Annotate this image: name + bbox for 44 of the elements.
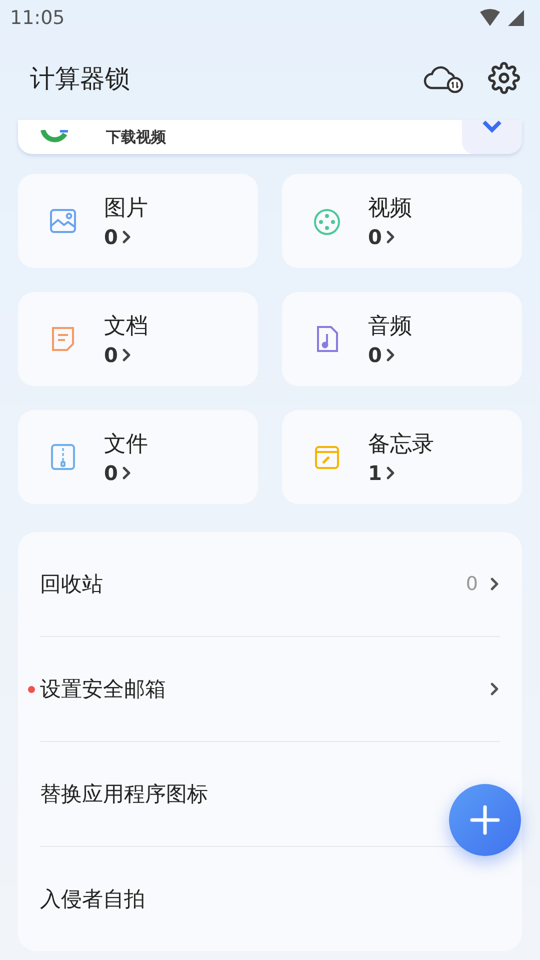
chevron-icon — [122, 466, 132, 480]
category-name: 图片 — [104, 195, 148, 223]
category-card[interactable]: 音频 0 — [282, 292, 522, 386]
category-name: 音频 — [368, 313, 412, 341]
image-icon — [48, 206, 78, 236]
chevron-icon — [386, 230, 396, 244]
download-button[interactable] — [462, 120, 522, 154]
menu-item[interactable]: 入侵者自拍 — [40, 885, 145, 913]
category-name: 备忘录 — [368, 431, 434, 459]
chevron-icon — [386, 348, 396, 362]
signal-icon — [478, 8, 526, 28]
category-count: 1 — [368, 461, 382, 485]
category-name: 文件 — [104, 431, 148, 459]
category-name: 视频 — [368, 195, 412, 223]
category-count: 0 — [104, 225, 118, 249]
menu-item[interactable]: 回收站 — [40, 570, 103, 598]
banner-label: 下载视频 — [106, 128, 167, 146]
status-time: 11:05 — [10, 7, 65, 29]
category-count: 0 — [368, 225, 382, 249]
category-card[interactable]: 视频 0 — [282, 174, 522, 268]
category-count: 0 — [368, 343, 382, 367]
menu-value: 0 — [466, 573, 478, 595]
download-icon — [481, 120, 503, 134]
category-card[interactable]: 文件 0 — [18, 410, 258, 504]
google-g-icon — [40, 130, 70, 144]
plus-icon — [469, 804, 501, 836]
category-card[interactable]: 文档 0 — [18, 292, 258, 386]
chevron-icon — [122, 348, 132, 362]
chevron-icon — [122, 230, 132, 244]
download-banner[interactable]: 下载视频 — [18, 120, 522, 154]
chevron-icon — [386, 466, 396, 480]
chevron-icon — [490, 577, 500, 591]
category-count: 0 — [104, 461, 118, 485]
category-count: 0 — [104, 343, 118, 367]
film-reel-icon — [312, 206, 342, 236]
settings-icon[interactable] — [488, 62, 520, 94]
zip-file-icon — [48, 442, 78, 472]
category-card[interactable]: 备忘录 1 — [282, 410, 522, 504]
menu-item[interactable]: 设置安全邮箱 — [40, 675, 166, 703]
category-name: 文档 — [104, 313, 148, 341]
chevron-icon — [490, 682, 500, 696]
app-title: 计算器锁 — [30, 62, 131, 94]
category-card[interactable]: 图片 0 — [18, 174, 258, 268]
menu-item[interactable]: 替换应用程序图标 — [40, 780, 208, 808]
